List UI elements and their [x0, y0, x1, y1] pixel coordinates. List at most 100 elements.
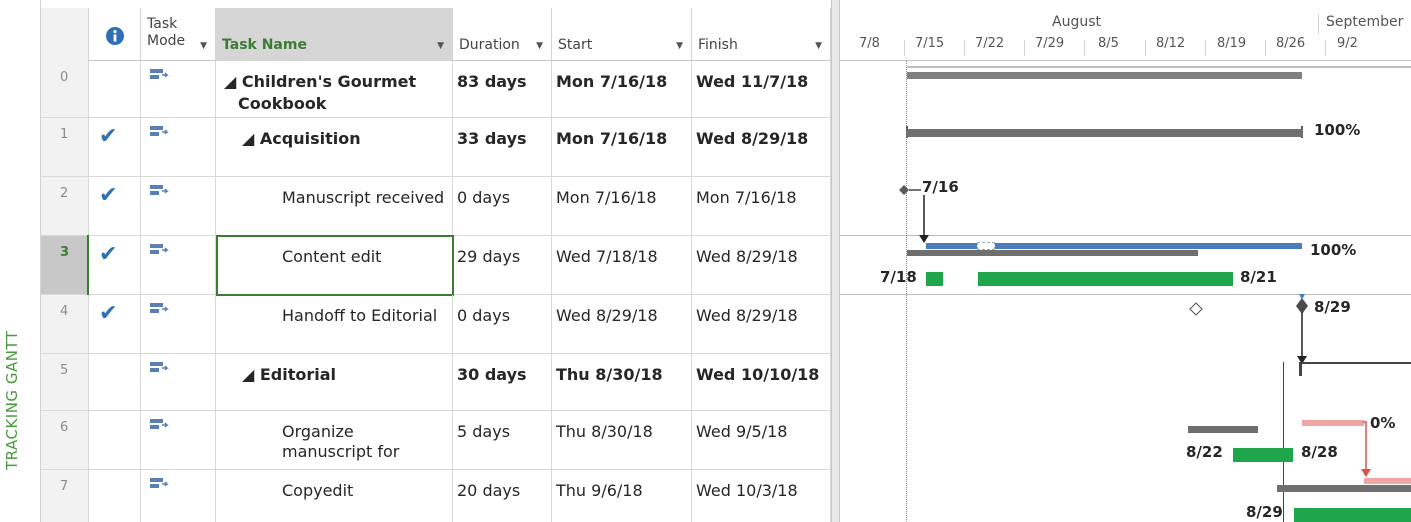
- row-id[interactable]: 6: [41, 411, 89, 469]
- select-all-corner[interactable]: [41, 8, 89, 61]
- task-name-cell[interactable]: Handoff to Editorial: [216, 295, 453, 353]
- indicator-cell: [89, 411, 141, 469]
- duration-cell[interactable]: 5 days: [453, 411, 552, 469]
- row-divider: [840, 294, 1411, 295]
- task-mode-cell[interactable]: [141, 236, 216, 294]
- table-row[interactable]: 6 Organize manuscript for 5 days Thu 8/3…: [41, 411, 831, 470]
- auto-scheduled-icon: [150, 478, 169, 488]
- timescale-week: 7/22: [975, 36, 1005, 51]
- task-mode-cell[interactable]: [141, 354, 216, 410]
- duration-cell[interactable]: 33 days: [453, 118, 552, 176]
- task-name: ◢ Editorial: [242, 365, 337, 384]
- chevron-down-icon[interactable]: ▼: [536, 41, 543, 51]
- table-row[interactable]: 1 ✔ ◢ Acquisition 33 days Mon 7/16/18 We…: [41, 118, 831, 177]
- row-id[interactable]: 0: [41, 61, 89, 117]
- summary-bar[interactable]: [906, 129, 1303, 137]
- finish-column-header[interactable]: Finish ▼: [692, 8, 831, 61]
- start-date-label: 8/22: [1186, 443, 1223, 461]
- timescale-week: 8/5: [1098, 36, 1119, 51]
- duration-column-header[interactable]: Duration ▼: [453, 8, 552, 61]
- summary-bar[interactable]: [907, 72, 1302, 79]
- auto-scheduled-icon: [150, 362, 169, 372]
- split-divider[interactable]: [831, 0, 840, 522]
- actual-bar-segment[interactable]: [978, 272, 1233, 286]
- indicator-cell: ✔: [89, 295, 141, 353]
- actual-bar[interactable]: [1233, 448, 1293, 462]
- planned-bar[interactable]: [1302, 420, 1364, 426]
- timescale-header[interactable]: August September 7/8 7/15 7/22 7/29 8/5 …: [840, 8, 1411, 61]
- task-name-cell[interactable]: ◢ Acquisition: [216, 118, 453, 176]
- table-row[interactable]: 0 ◢ Children's Gourmet Cookbook 83 days …: [41, 61, 831, 118]
- task-name-cell[interactable]: ◢ Editorial: [216, 354, 453, 410]
- actual-bar[interactable]: [1294, 508, 1411, 522]
- start-cell[interactable]: Thu 8/30/18: [552, 411, 692, 469]
- finish-cell[interactable]: Wed 10/3/18: [692, 470, 831, 522]
- duration-cell[interactable]: 83 days: [453, 61, 552, 117]
- finish-cell[interactable]: Wed 8/29/18: [692, 295, 831, 353]
- chevron-down-icon[interactable]: ▼: [200, 41, 207, 51]
- indicator-cell: ✔: [89, 236, 141, 294]
- view-label: TRACKING GANTT: [3, 330, 21, 471]
- start-cell[interactable]: Mon 7/16/18: [552, 61, 692, 117]
- row-id[interactable]: 1: [41, 118, 89, 176]
- progress-label: 100%: [1314, 121, 1361, 139]
- task-name-cell[interactable]: Organize manuscript for: [216, 411, 453, 469]
- task-mode-cell[interactable]: [141, 470, 216, 522]
- chevron-down-icon[interactable]: ▼: [815, 41, 822, 51]
- task-mode-cell[interactable]: [141, 411, 216, 469]
- planned-bar[interactable]: [1364, 478, 1411, 484]
- task-name-cell[interactable]: Copyedit: [216, 470, 453, 522]
- timescale-week: 8/26: [1276, 36, 1306, 51]
- finish-cell[interactable]: Wed 9/5/18: [692, 411, 831, 469]
- gantt-chart[interactable]: August September 7/8 7/15 7/22 7/29 8/5 …: [840, 0, 1411, 522]
- start-cell[interactable]: Wed 8/29/18: [552, 295, 692, 353]
- table-row[interactable]: 7 Copyedit 20 days Thu 9/6/18 Wed 10/3/1…: [41, 470, 831, 522]
- task-name-cell[interactable]: ◢ Children's Gourmet Cookbook: [216, 61, 453, 117]
- task-name-column-header[interactable]: Task Name ▼: [216, 8, 453, 61]
- task-name-cell[interactable]: Manuscript received: [216, 177, 453, 235]
- view-bar[interactable]: TRACKING GANTT: [0, 0, 41, 522]
- chevron-down-icon[interactable]: ▼: [437, 41, 444, 51]
- baseline-bar: [1277, 485, 1411, 492]
- start-cell[interactable]: Thu 9/6/18: [552, 470, 692, 522]
- start-cell[interactable]: Wed 7/18/18: [552, 236, 692, 294]
- row-selection-marker: [87, 235, 91, 296]
- task-mode-column-header[interactable]: Task Mode ▼: [141, 8, 216, 61]
- finish-cell[interactable]: Mon 7/16/18: [692, 177, 831, 235]
- start-cell[interactable]: Mon 7/16/18: [552, 177, 692, 235]
- baseline-bar: [1188, 426, 1258, 433]
- row-id[interactable]: 5: [41, 354, 89, 410]
- row-id[interactable]: 7: [41, 470, 89, 522]
- finish-cell[interactable]: Wed 10/10/18: [692, 354, 831, 410]
- task-mode-cell[interactable]: [141, 61, 216, 117]
- table-row[interactable]: 5 ◢ Editorial 30 days Thu 8/30/18 Wed 10…: [41, 354, 831, 411]
- duration-cell[interactable]: 20 days: [453, 470, 552, 522]
- task-mode-cell[interactable]: [141, 118, 216, 176]
- row-id[interactable]: 4: [41, 295, 89, 353]
- actual-bar-segment[interactable]: [926, 272, 943, 286]
- duration-cell[interactable]: 29 days: [453, 236, 552, 294]
- finish-cell[interactable]: Wed 8/29/18: [692, 236, 831, 294]
- chevron-down-icon[interactable]: ▼: [676, 41, 683, 51]
- task-mode-cell[interactable]: [141, 295, 216, 353]
- task-name: Organize: [282, 422, 354, 441]
- finish-cell[interactable]: Wed 8/29/18: [692, 118, 831, 176]
- duration-cell[interactable]: 30 days: [453, 354, 552, 410]
- table-row[interactable]: 2 ✔ Manuscript received 0 days Mon 7/16/…: [41, 177, 831, 236]
- summary-bar[interactable]: [1300, 362, 1411, 364]
- task-mode-cell[interactable]: [141, 177, 216, 235]
- indicator-cell: ✔: [89, 177, 141, 235]
- duration-cell[interactable]: 0 days: [453, 177, 552, 235]
- start-cell[interactable]: Mon 7/16/18: [552, 118, 692, 176]
- indicators-column-header[interactable]: [89, 8, 141, 61]
- checkmark-icon: ✔: [99, 242, 118, 267]
- finish-cell[interactable]: Wed 11/7/18: [692, 61, 831, 117]
- start-cell[interactable]: Thu 8/30/18: [552, 354, 692, 410]
- task-name: Handoff to Editorial: [282, 306, 438, 325]
- row-id[interactable]: 2: [41, 177, 89, 235]
- duration-cell[interactable]: 0 days: [453, 295, 552, 353]
- row-id[interactable]: 3: [41, 236, 89, 294]
- start-column-header[interactable]: Start ▼: [552, 8, 692, 61]
- table-header: Task Mode ▼ Task Name ▼ Duration ▼ Start…: [41, 8, 831, 61]
- table-row[interactable]: 4 ✔ Handoff to Editorial 0 days Wed 8/29…: [41, 295, 831, 354]
